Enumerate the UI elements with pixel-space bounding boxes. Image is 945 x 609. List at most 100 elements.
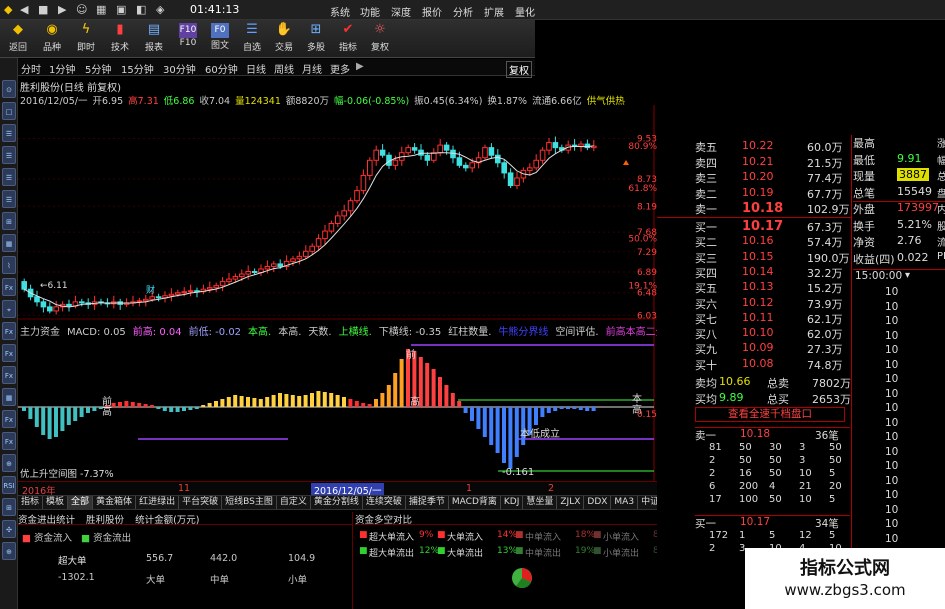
indicator-tab[interactable]: 模板 xyxy=(43,496,69,509)
left-tool-plus-icon[interactable]: ⊕ xyxy=(2,542,16,560)
menu-function[interactable]: 功能 xyxy=(360,4,380,19)
technical-button[interactable]: ▮ 技术 xyxy=(104,20,136,58)
left-tool-list2-icon[interactable]: ☰ xyxy=(2,146,16,164)
more-arrow-icon[interactable]: ▶ xyxy=(356,61,364,72)
indicator-tab[interactable]: 全部 xyxy=(68,496,94,509)
left-tool-table2-icon[interactable]: ▦ xyxy=(2,388,16,406)
left-tool-formula2-icon[interactable]: Fx xyxy=(2,322,16,340)
symbol-button[interactable]: ◉ 品种 xyxy=(36,20,68,58)
left-tool-wave-icon[interactable]: ⌇ xyxy=(2,256,16,274)
indicator-tab[interactable]: 捕捉季节 xyxy=(406,496,449,509)
ask-row[interactable]: 卖二 10.19 67.7万 xyxy=(657,186,852,201)
menu-analysis[interactable]: 分析 xyxy=(453,4,473,19)
watchlist-button[interactable]: ☰ 自选 xyxy=(236,20,268,58)
left-tool-grid2-icon[interactable]: ⊞ xyxy=(2,498,16,516)
menu-quant[interactable]: 量化 xyxy=(515,4,535,19)
bid-row[interactable]: 买十 10.08 74.8万 xyxy=(657,357,852,372)
indicator-tab[interactable]: 指标 xyxy=(18,496,44,509)
back-icon[interactable]: ◀ xyxy=(20,3,28,16)
left-tool-formula3-icon[interactable]: Fx xyxy=(2,344,16,362)
graphic-text-button[interactable]: F0 图文 xyxy=(204,20,236,58)
bid-row[interactable]: 买九 10.09 27.3万 xyxy=(657,341,852,356)
ask-row[interactable]: 卖四 10.21 21.5万 xyxy=(657,155,852,170)
bid-row[interactable]: 买六 10.12 73.9万 xyxy=(657,296,852,311)
left-tool-list4-icon[interactable]: ☰ xyxy=(2,190,16,208)
user-icon[interactable]: ☺ xyxy=(76,3,87,16)
adjust-button[interactable]: ☼ 复权 xyxy=(364,20,396,58)
candle-down xyxy=(424,154,431,161)
period-more[interactable]: 更多 xyxy=(330,61,350,76)
multi-stock-button[interactable]: ⊞ 多股 xyxy=(300,20,332,58)
indicator-tab[interactable]: 短线BS主图 xyxy=(222,496,277,509)
order-price: 10.16 xyxy=(742,234,774,248)
indicator-tab[interactable]: KDJ xyxy=(501,496,524,509)
bid-row[interactable]: 买一 10.17 67.3万 xyxy=(657,219,852,234)
period-daily[interactable]: 日线 xyxy=(246,61,266,76)
indicator-tab[interactable]: ZJLX xyxy=(557,496,585,509)
left-tool-table-icon[interactable]: ▦ xyxy=(2,234,16,252)
left-tool-box-icon[interactable]: □ xyxy=(2,102,16,120)
period-monthly[interactable]: 月线 xyxy=(302,61,322,76)
home-icon[interactable]: ■ xyxy=(38,3,48,16)
bid-row[interactable]: 买二 10.16 57.4万 xyxy=(657,234,852,249)
adjust-toggle[interactable]: 复权 xyxy=(506,61,532,78)
indicator-tab[interactable]: 黄金箱体 xyxy=(93,496,137,509)
indicator-tab[interactable]: MACD背离 xyxy=(449,496,501,509)
restore-icon[interactable]: ◧ xyxy=(136,3,146,16)
tick-dropdown-icon[interactable]: ▾ xyxy=(905,270,910,281)
indicator-button[interactable]: ✔ 指标 xyxy=(332,20,364,58)
indicator-tab[interactable]: 红进绿出 xyxy=(136,496,180,509)
period-5min[interactable]: 5分钟 xyxy=(85,61,111,76)
left-tool-formula4-icon[interactable]: Fx xyxy=(2,366,16,384)
left-tool-list3-icon[interactable]: ☰ xyxy=(2,168,16,186)
indicator-tab[interactable]: 自定义 xyxy=(277,496,311,509)
indicator-tab[interactable]: DDX xyxy=(584,496,612,509)
left-tool-target-icon[interactable]: ⊙ xyxy=(2,80,16,98)
left-tool-list-icon[interactable]: ☰ xyxy=(2,124,16,142)
left-tool-zoom-icon[interactable]: ⊕ xyxy=(2,454,16,472)
left-tool-rsi-icon[interactable]: RSI xyxy=(2,476,16,494)
ask-row[interactable]: 卖五 10.22 60.0万 xyxy=(657,139,852,154)
ad-icon[interactable]: ◈ xyxy=(156,3,164,16)
indicator-tab[interactable]: 平台突破 xyxy=(179,496,223,509)
ask-row[interactable]: 卖一 10.18 102.9万 xyxy=(657,201,852,216)
report-button[interactable]: ▤ 报表 xyxy=(138,20,170,58)
f10-button[interactable]: F10 F10 xyxy=(172,20,204,58)
ask-row[interactable]: 卖三 10.20 77.4万 xyxy=(657,170,852,185)
menu-depth[interactable]: 深度 xyxy=(391,4,411,19)
indicator-tab[interactable]: MA3 xyxy=(611,496,639,509)
left-tool-cursor-icon[interactable]: ⌖ xyxy=(2,300,16,318)
period-timeshare[interactable]: 分时 xyxy=(21,61,41,76)
left-tool-grid-icon[interactable]: ⊞ xyxy=(2,212,16,230)
period-30min[interactable]: 30分钟 xyxy=(163,61,196,76)
period-60min[interactable]: 60分钟 xyxy=(205,61,238,76)
bid-row[interactable]: 买三 10.15 190.0万 xyxy=(657,250,852,265)
queue-cell: 2 xyxy=(709,468,716,479)
indicator-tab[interactable]: 黄金分割线 xyxy=(311,496,363,509)
forward-icon[interactable]: ▶ xyxy=(58,3,66,16)
chart-canvas[interactable]: ←6.11 财9.5380.9%8.7361.8%8.197.6850.0%7.2… xyxy=(18,105,658,481)
trade-button[interactable]: ✋ 交易 xyxy=(268,20,300,58)
fund-flow-tab[interactable]: 资金进出统计 xyxy=(18,515,75,526)
menu-system[interactable]: 系统 xyxy=(330,4,350,19)
indicator-tab[interactable]: 连续突破 xyxy=(363,496,406,509)
period-1min[interactable]: 1分钟 xyxy=(49,61,75,76)
grid-icon[interactable]: ▦ xyxy=(96,3,106,16)
left-tool-formula-icon[interactable]: Fx xyxy=(2,278,16,296)
menu-extend[interactable]: 扩展 xyxy=(484,4,504,19)
left-tool-move-icon[interactable]: ✣ xyxy=(2,520,16,538)
bid-row[interactable]: 买八 10.10 62.0万 xyxy=(657,326,852,341)
period-15min[interactable]: 15分钟 xyxy=(121,61,154,76)
bid-row[interactable]: 买四 10.14 32.2万 xyxy=(657,265,852,280)
indicator-tab[interactable]: 慧坐量 xyxy=(523,496,558,509)
menu-quote[interactable]: 报价 xyxy=(422,4,442,19)
left-tool-formula5-icon[interactable]: Fx xyxy=(2,410,16,428)
full-depth-link[interactable]: 查看全速千档盘口 xyxy=(695,407,845,422)
realtime-button[interactable]: ϟ 即时 xyxy=(70,20,102,58)
period-weekly[interactable]: 周线 xyxy=(274,61,294,76)
bid-row[interactable]: 买五 10.13 15.2万 xyxy=(657,280,852,295)
window-icon[interactable]: ▣ xyxy=(116,3,126,16)
bid-row[interactable]: 买七 10.11 62.1万 xyxy=(657,311,852,326)
left-tool-formula6-icon[interactable]: Fx xyxy=(2,432,16,450)
back-button[interactable]: ◆ 返回 xyxy=(2,20,34,58)
